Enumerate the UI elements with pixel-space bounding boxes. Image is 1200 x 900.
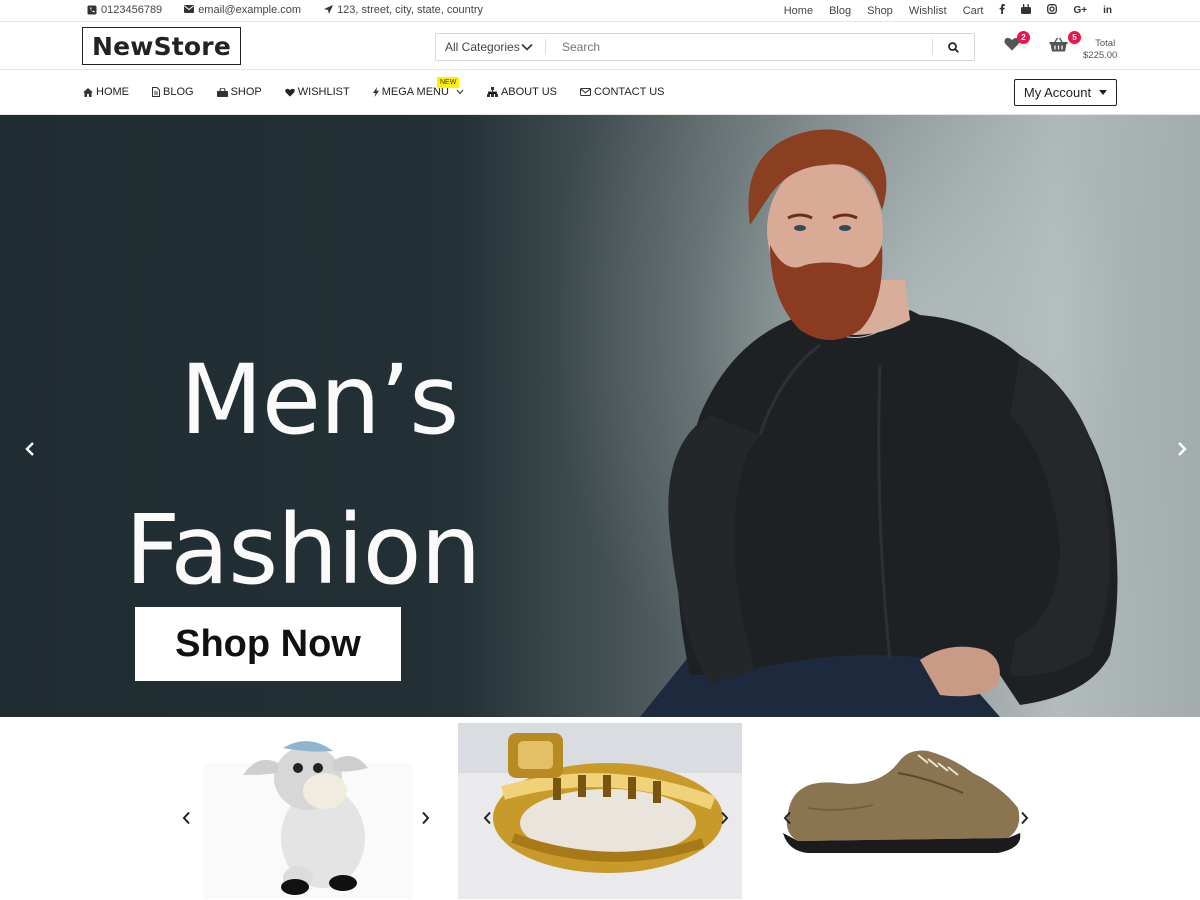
slide-next-arrow[interactable]: [718, 811, 730, 825]
nav-item-label: SHOP: [230, 86, 262, 98]
address-contact: 123, street, city, state, country: [323, 4, 483, 16]
envelope-icon: [184, 5, 195, 15]
nav-item-blog[interactable]: BLOG: [152, 86, 194, 98]
nav-item-shop[interactable]: SHOP: [216, 86, 262, 98]
top-link-blog[interactable]: Blog: [829, 5, 851, 17]
envelope-icon: [579, 88, 591, 96]
top-bar: 0123456789 email@example.com 123, street…: [0, 0, 1200, 22]
slide-prev-arrow[interactable]: [181, 811, 193, 825]
phone-number: 0123456789: [101, 4, 163, 16]
cart-count-badge: 5: [1068, 31, 1081, 44]
phone-icon: [87, 5, 97, 15]
top-link-wishlist[interactable]: Wishlist: [909, 5, 947, 17]
hero-next-arrow[interactable]: [1174, 441, 1190, 457]
slide-next-arrow[interactable]: [1018, 811, 1030, 825]
chevron-left-icon: [783, 811, 791, 825]
nav-item-wishlist[interactable]: WISHLIST: [285, 86, 350, 98]
cart-total-value: $225.00: [1083, 50, 1118, 61]
product-slide-toy[interactable]: [177, 723, 439, 899]
search-input[interactable]: [546, 34, 932, 60]
top-link-shop[interactable]: Shop: [867, 5, 893, 17]
sitemap-icon: [486, 87, 498, 97]
location-arrow-icon: [323, 5, 333, 15]
home-icon: [83, 87, 93, 97]
nav-item-label: HOME: [96, 86, 129, 98]
category-select[interactable]: All Categories: [436, 39, 546, 55]
new-badge: NEW: [437, 77, 460, 88]
chevron-right-icon: [721, 811, 729, 825]
chevron-down-icon: [456, 89, 464, 95]
facebook-icon[interactable]: [999, 4, 1006, 17]
chevron-left-icon: [483, 811, 491, 825]
slide-next-arrow[interactable]: [419, 811, 431, 825]
youtube-icon[interactable]: [1021, 4, 1032, 17]
slide-prev-arrow[interactable]: [482, 811, 494, 825]
search-button[interactable]: [932, 39, 974, 55]
cart-total: Total $225.00: [1083, 38, 1117, 62]
my-account-label: My Account: [1023, 85, 1092, 100]
nav-item-about-us[interactable]: ABOUT US: [486, 86, 557, 98]
linkedin-icon[interactable]: in: [1103, 5, 1112, 16]
hero-headline: Men’s Fashion: [125, 325, 585, 625]
caret-down-icon: [1099, 90, 1108, 95]
wishlist-button[interactable]: 2: [1004, 31, 1030, 55]
bolt-icon: [372, 87, 379, 97]
gold-watch-image: [458, 723, 742, 899]
chevron-right-icon: [422, 811, 430, 825]
hero-banner: Men’s Fashion Shop Now: [0, 115, 1200, 717]
hero-title-line1: Men’s: [180, 344, 459, 456]
phone-contact: 0123456789: [87, 4, 162, 16]
product-sliders: [0, 717, 1200, 900]
search-icon: [948, 41, 959, 53]
plush-toy-image: [203, 741, 413, 899]
google-plus-icon[interactable]: G+: [1073, 5, 1087, 16]
top-link-home[interactable]: Home: [784, 5, 813, 17]
basket-icon: [1049, 37, 1068, 52]
nav-item-label: CONTACT US: [593, 86, 665, 98]
nav-item-label: ABOUT US: [500, 86, 557, 98]
wishlist-count-badge: 2: [1017, 31, 1030, 44]
nav-item-home[interactable]: HOME: [83, 86, 129, 98]
email-address: email@example.com: [198, 4, 302, 16]
top-link-cart[interactable]: Cart: [963, 5, 984, 17]
nav-item-label: WISHLIST: [297, 86, 350, 98]
chevron-right-icon: [1178, 442, 1187, 456]
hero-model-image: [640, 129, 1118, 717]
search-bar: All Categories: [435, 33, 975, 61]
chevron-left-icon: [25, 442, 34, 456]
nav-item-contact-us[interactable]: CONTACT US: [579, 86, 665, 98]
heart-icon: [285, 88, 295, 97]
shop-now-button[interactable]: Shop Now: [135, 607, 401, 681]
contact-info: 0123456789 email@example.com 123, street…: [87, 4, 483, 16]
email-contact: email@example.com: [184, 4, 301, 16]
nav-item-label: BLOG: [163, 86, 194, 98]
site-header: NewStore All Categories 2 5 Total $225.0…: [0, 22, 1200, 70]
bag-icon: [216, 87, 228, 97]
product-slide-shoe[interactable]: [770, 723, 1040, 899]
instagram-icon[interactable]: [1047, 4, 1058, 17]
store-logo[interactable]: NewStore: [82, 27, 241, 65]
hero-prev-arrow[interactable]: [22, 441, 38, 457]
product-slide-watch[interactable]: [458, 723, 742, 899]
slide-prev-arrow[interactable]: [782, 811, 794, 825]
hero-title-line2: Fashion: [125, 494, 481, 606]
leather-shoe-image: [783, 750, 1021, 853]
street-address: 123, street, city, state, country: [337, 4, 483, 16]
file-icon: [152, 87, 160, 97]
chevron-down-icon: [521, 43, 533, 51]
category-select-label: All Categories: [445, 40, 520, 54]
my-account-dropdown[interactable]: My Account: [1014, 79, 1117, 106]
cart-button[interactable]: 5: [1049, 31, 1081, 55]
chevron-right-icon: [1021, 811, 1029, 825]
chevron-left-icon: [182, 811, 190, 825]
top-links: Home Blog Shop Wishlist Cart G+ in: [784, 4, 1112, 17]
cart-total-label: Total: [1095, 38, 1116, 49]
